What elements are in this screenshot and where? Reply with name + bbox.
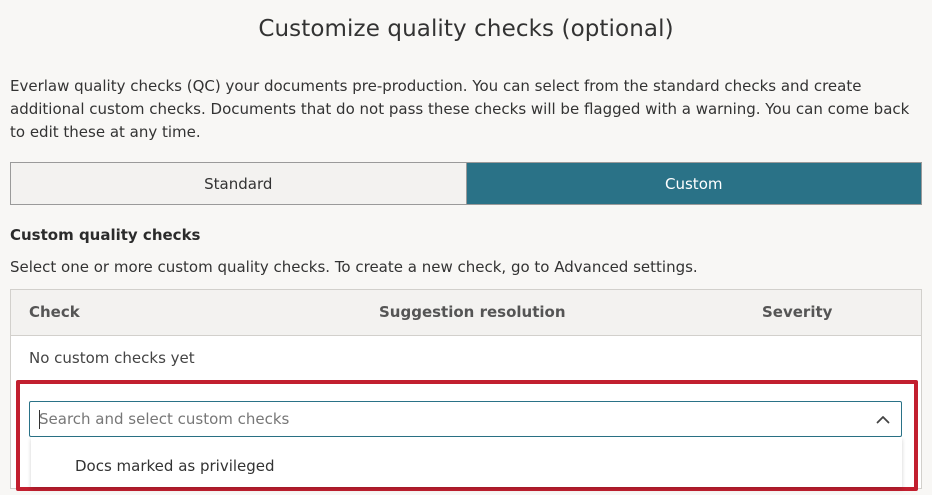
custom-checks-search-input[interactable] [30,404,865,434]
page-title: Customize quality checks (optional) [258,16,674,42]
custom-checks-heading: Custom quality checks [10,226,201,244]
column-header-suggestion-resolution: Suggestion resolution [379,303,566,321]
column-header-check: Check [29,303,80,321]
check-type-toggle: Standard Custom [10,162,922,205]
custom-checks-description: Select one or more custom quality checks… [10,258,698,276]
custom-checks-dropdown: Docs marked as privileged [31,437,902,487]
text-cursor [39,410,40,429]
chevron-up-icon[interactable] [865,402,901,436]
column-header-severity: Severity [762,303,833,321]
custom-toggle-button[interactable]: Custom [466,163,921,204]
standard-toggle-button[interactable]: Standard [11,163,467,204]
dropdown-option[interactable]: Docs marked as privileged [75,457,275,475]
empty-state-text: No custom checks yet [29,349,195,367]
custom-checks-combobox[interactable] [29,401,902,437]
intro-text: Everlaw quality checks (QC) your documen… [10,77,910,141]
table-header: Check Suggestion resolution Severity [11,290,921,336]
